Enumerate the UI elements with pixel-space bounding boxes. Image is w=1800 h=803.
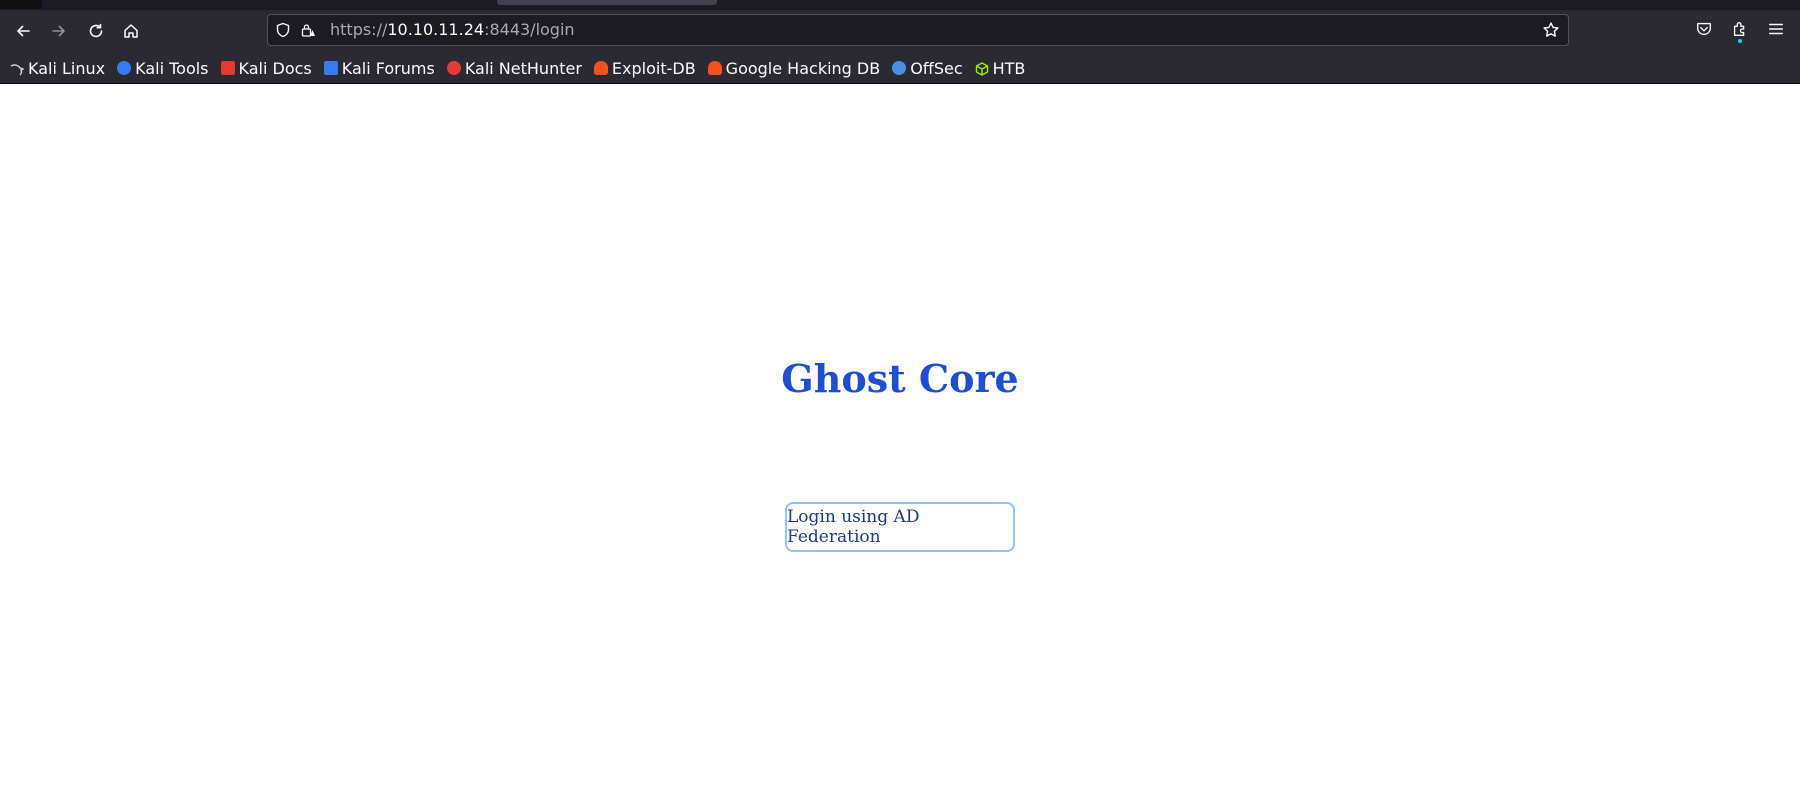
back-button[interactable] bbox=[8, 16, 38, 46]
hamburger-menu-icon bbox=[1768, 23, 1784, 35]
htb-cube-icon bbox=[975, 61, 989, 76]
bookmark-label: HTB bbox=[992, 58, 1026, 78]
lock-warning-icon[interactable] bbox=[300, 22, 316, 38]
bookmark-label: OffSec bbox=[910, 58, 963, 78]
reload-icon bbox=[89, 23, 103, 38]
url-text[interactable]: https://10.10.11.24:8443/login bbox=[330, 15, 575, 45]
bookmarks-toolbar: Kali Linux Kali Tools Kali Docs Kali For… bbox=[0, 52, 1800, 84]
pocket-button[interactable] bbox=[1694, 19, 1714, 39]
bookmark-htb[interactable]: HTB bbox=[975, 56, 1026, 80]
back-arrow-icon bbox=[17, 25, 30, 37]
active-tab[interactable] bbox=[497, 0, 717, 5]
extensions-button[interactable] bbox=[1730, 19, 1750, 43]
bookmark-label: Kali Tools bbox=[135, 58, 209, 78]
bookmark-label: Kali NetHunter bbox=[464, 58, 582, 78]
offsec-icon bbox=[892, 61, 907, 75]
exploit-db-icon bbox=[593, 61, 608, 75]
bookmark-label: Kali Linux bbox=[28, 58, 106, 78]
bookmark-google-hacking-db[interactable]: Google Hacking DB bbox=[707, 56, 881, 80]
extensions-indicator-dot bbox=[1738, 39, 1742, 43]
star-icon[interactable] bbox=[1542, 21, 1560, 39]
reload-button[interactable] bbox=[81, 16, 111, 46]
tab-strip bbox=[0, 0, 1800, 10]
bookmark-kali-forums[interactable]: Kali Forums bbox=[323, 56, 435, 80]
bookmark-kali-tools[interactable]: Kali Tools bbox=[117, 56, 209, 80]
shield-icon[interactable] bbox=[275, 22, 291, 38]
bookmark-exploit-db[interactable]: Exploit-DB bbox=[593, 56, 696, 80]
forward-button[interactable] bbox=[44, 16, 74, 46]
bookmark-label: Kali Forums bbox=[341, 58, 435, 78]
bookmark-offsec[interactable]: OffSec bbox=[892, 56, 963, 80]
home-button[interactable] bbox=[116, 16, 146, 46]
bookmark-label: Google Hacking DB bbox=[725, 58, 881, 78]
pocket-icon bbox=[1697, 22, 1711, 36]
browser-chrome: https://10.10.11.24:8443/login Kali Linu… bbox=[0, 0, 1800, 84]
tab-strip-corner bbox=[0, 0, 42, 9]
bookmark-kali-linux[interactable]: Kali Linux bbox=[10, 56, 105, 80]
ad-federation-login-button[interactable]: Login using AD Federation bbox=[785, 502, 1015, 552]
page-title: Ghost Core bbox=[781, 356, 1019, 401]
page-content bbox=[0, 84, 1800, 803]
ghdb-icon bbox=[707, 61, 722, 75]
kali-nethunter-icon bbox=[446, 61, 461, 75]
home-icon bbox=[124, 24, 138, 38]
bookmark-label: Exploit-DB bbox=[611, 58, 696, 78]
kali-dragon-icon bbox=[10, 61, 25, 76]
bookmark-label: Kali Docs bbox=[238, 58, 312, 78]
url-host: 10.10.11.24 bbox=[387, 20, 485, 39]
url-scheme: https:// bbox=[330, 20, 388, 39]
kali-tools-icon bbox=[117, 61, 132, 75]
menu-button[interactable] bbox=[1766, 19, 1786, 39]
url-path: :8443/login bbox=[484, 20, 575, 39]
bookmark-kali-docs[interactable]: Kali Docs bbox=[220, 56, 312, 80]
kali-docs-icon bbox=[220, 61, 235, 75]
forward-arrow-icon bbox=[52, 25, 65, 37]
kali-forums-icon bbox=[323, 61, 338, 75]
url-bar[interactable]: https://10.10.11.24:8443/login bbox=[267, 14, 1569, 46]
bookmark-kali-nethunter[interactable]: Kali NetHunter bbox=[446, 56, 582, 80]
extensions-icon bbox=[1733, 22, 1745, 36]
